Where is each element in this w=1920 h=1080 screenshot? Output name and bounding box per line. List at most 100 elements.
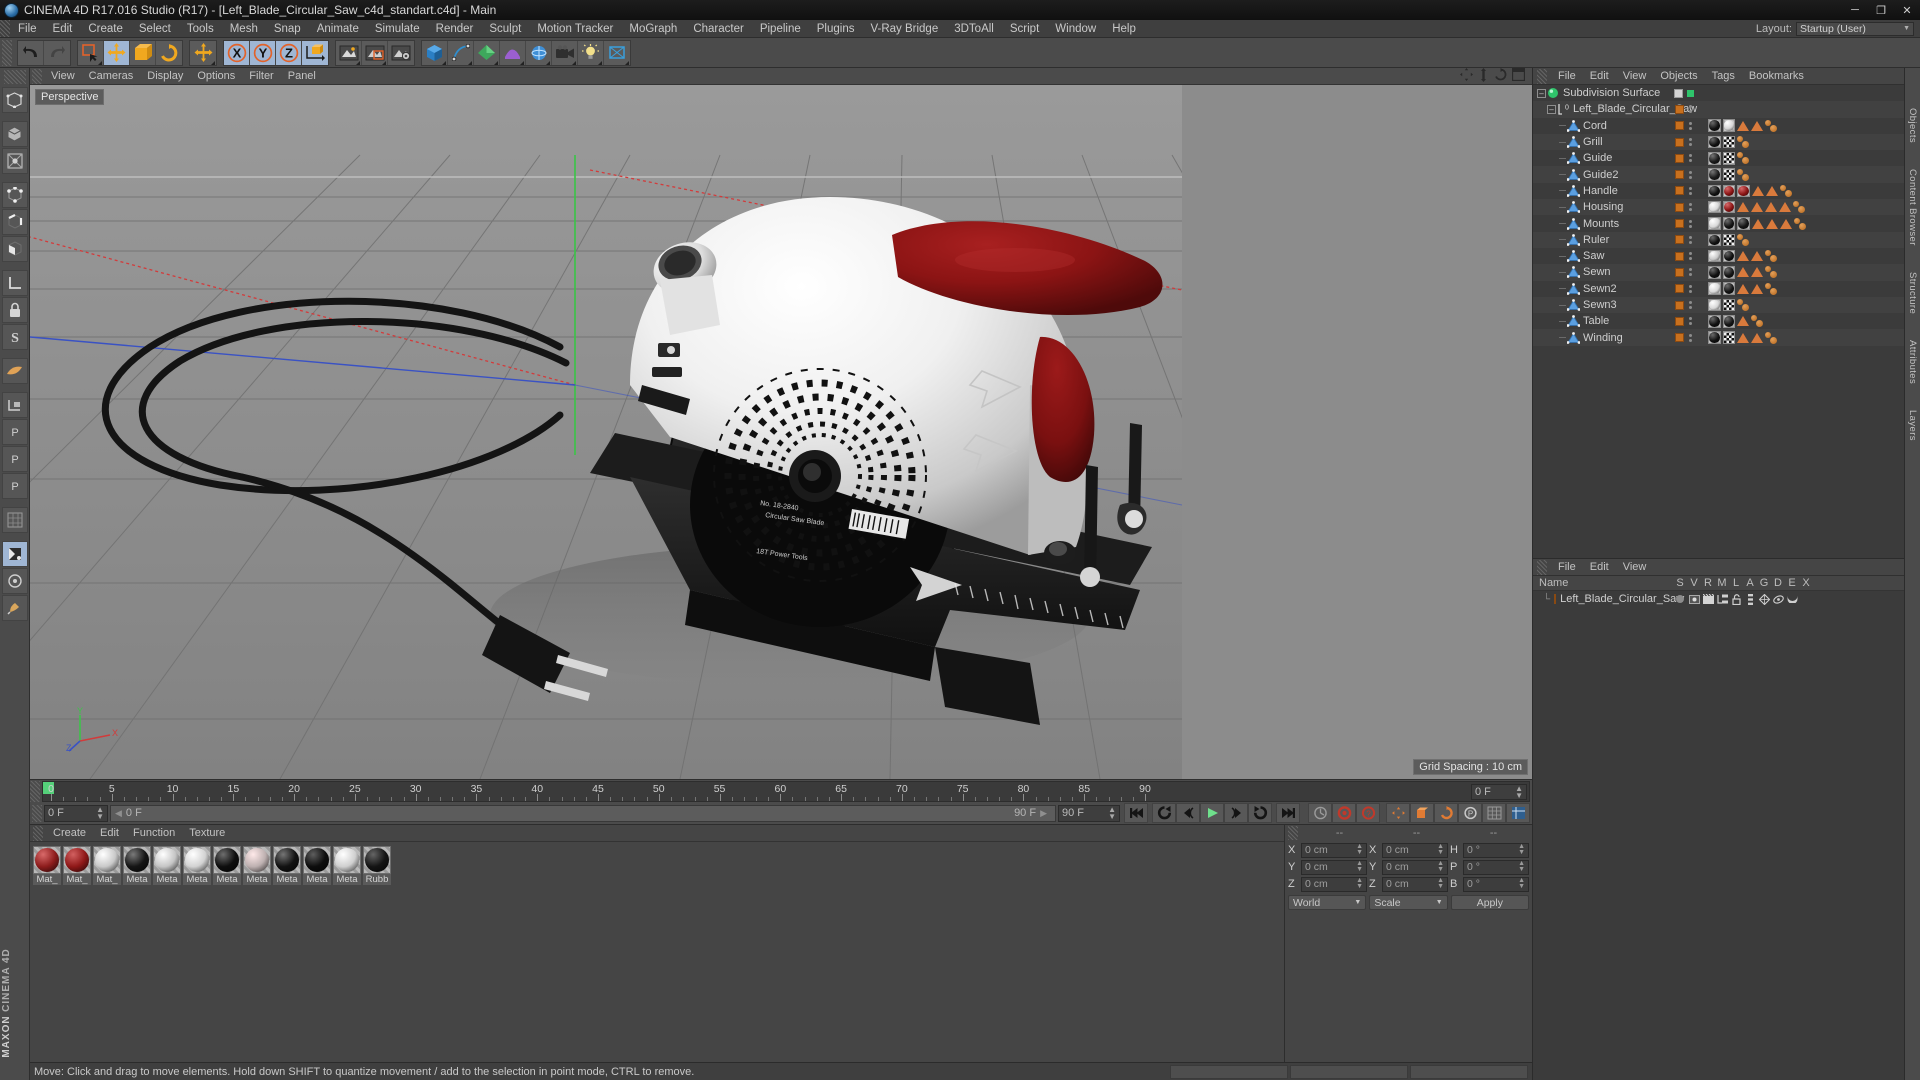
layer-menu-item-edit[interactable]: Edit	[1583, 559, 1616, 576]
material-preview[interactable]	[153, 846, 181, 874]
menu-item-script[interactable]: Script	[1002, 20, 1047, 38]
layer-color-swatch[interactable]	[1675, 333, 1684, 343]
layer-color-swatch[interactable]	[1675, 137, 1684, 147]
visibility-dots[interactable]	[1689, 301, 1692, 309]
object-row[interactable]: Grill	[1533, 133, 1904, 151]
rotate-tool-button[interactable]	[156, 40, 182, 65]
object-row-left-blade-circular-saw[interactable]: –0 Left_Blade_Circular_Saw	[1533, 101, 1904, 118]
menu-item-mograph[interactable]: MoGraph	[621, 20, 685, 38]
model-mode-button[interactable]	[1, 121, 28, 147]
menu-grip[interactable]	[0, 20, 10, 37]
timeline-right-frame-field[interactable]: 0 F ▲ ▼	[1471, 784, 1527, 800]
menu-item-file[interactable]: File	[10, 20, 45, 38]
tag-icon-material[interactable]	[1722, 249, 1735, 263]
tag-icon-deformer[interactable]	[1737, 267, 1749, 278]
dynamics-button[interactable]	[1, 568, 28, 594]
spinner-icon[interactable]: ▲ ▼	[1356, 877, 1363, 890]
object-row[interactable]: Mounts	[1533, 215, 1904, 231]
layer-color-swatch[interactable]	[1675, 121, 1684, 131]
tag-icon-material[interactable]	[1708, 249, 1721, 263]
timeline-slider[interactable]: ◀ 0 F 90 F ▶	[110, 804, 1056, 822]
render-visibility-dot[interactable]	[1689, 110, 1692, 114]
rotation-h-field[interactable]: 0 ° ▲ ▼	[1463, 842, 1529, 858]
material-swatch[interactable]: Mat_	[93, 846, 121, 885]
lock-x-axis-button[interactable]: X	[224, 40, 250, 65]
dock-tab-objects[interactable]: Objects	[1907, 108, 1918, 143]
layer-column-l[interactable]: L	[1729, 577, 1743, 589]
layer-expression-cell[interactable]	[1785, 595, 1799, 603]
tag-icon-texture[interactable]	[1722, 152, 1735, 165]
visibility-dots[interactable]	[1689, 235, 1692, 244]
tag-icon-phong[interactable]	[1751, 315, 1764, 328]
move-tool-button[interactable]	[104, 40, 130, 65]
menu-item-create[interactable]: Create	[80, 20, 131, 38]
object-row[interactable]: Saw	[1533, 248, 1904, 264]
size-x-field[interactable]: 0 cm ▲ ▼	[1382, 842, 1448, 858]
visibility-dots[interactable]	[1689, 105, 1692, 114]
viewport-menu-item-panel[interactable]: Panel	[281, 68, 323, 85]
render-visibility-dot[interactable]	[1689, 338, 1692, 342]
spinner-icon[interactable]: ▲ ▼	[1356, 843, 1363, 856]
object-row[interactable]: Guide2	[1533, 166, 1904, 183]
object-row[interactable]: Winding	[1533, 329, 1904, 346]
menu-item-3dtoall[interactable]: 3DToAll	[946, 20, 1002, 38]
tag-icon-phong[interactable]	[1737, 168, 1750, 181]
tag-icon-material[interactable]	[1708, 152, 1721, 165]
dock-tab-structure[interactable]: Structure	[1907, 272, 1918, 314]
point-mode-button[interactable]	[1, 182, 28, 208]
layer-menu-grip[interactable]	[1537, 559, 1547, 575]
dolly-viewport-icon[interactable]	[1478, 67, 1489, 85]
brush-tool-button[interactable]	[1, 595, 28, 621]
editor-visibility-dot[interactable]	[1689, 138, 1692, 142]
helpers-button[interactable]	[604, 40, 630, 65]
layer-color-swatch[interactable]	[1675, 186, 1684, 196]
cube-primitive-button[interactable]	[422, 40, 448, 65]
material-preview[interactable]	[333, 846, 361, 874]
environment-button[interactable]	[526, 40, 552, 65]
quantize-button[interactable]	[1, 507, 28, 533]
object-menu-item-view[interactable]: View	[1616, 68, 1654, 85]
visibility-dots[interactable]	[1689, 138, 1692, 147]
left-toolbar-grip[interactable]	[3, 70, 26, 84]
end-frame-field[interactable]: 90 F ▲ ▼	[1058, 804, 1120, 822]
layer-row[interactable]: └ Left_Blade_Circular_Saw	[1533, 591, 1904, 607]
object-row[interactable]: Handle	[1533, 183, 1904, 199]
object-menu-item-edit[interactable]: Edit	[1583, 68, 1616, 85]
viewport-menu-item-filter[interactable]: Filter	[242, 68, 280, 85]
tag-icon-phong[interactable]	[1793, 201, 1806, 214]
material-swatch[interactable]: Rubb	[363, 846, 391, 885]
position-key-button[interactable]	[1386, 803, 1410, 823]
tag-icon-phong[interactable]	[1765, 119, 1778, 132]
layer-column-d[interactable]: D	[1771, 577, 1785, 589]
material-swatch[interactable]: Meta	[123, 846, 151, 885]
menu-item-select[interactable]: Select	[131, 20, 179, 38]
material-swatch[interactable]: Mat_	[63, 846, 91, 885]
editor-visibility-dot[interactable]	[1689, 170, 1692, 174]
tag-icon-texture[interactable]	[1722, 135, 1735, 149]
menu-item-sculpt[interactable]: Sculpt	[481, 20, 529, 38]
tag-icon-deformer[interactable]	[1737, 283, 1749, 294]
render-visibility-dot[interactable]	[1689, 240, 1692, 244]
object-row-subdivision-surface[interactable]: – Subdivision Surface	[1533, 85, 1904, 101]
size-z-field[interactable]: 0 cm ▲ ▼	[1382, 876, 1448, 892]
close-button[interactable]: ✕	[1894, 0, 1920, 20]
workplane-button[interactable]	[1, 358, 28, 384]
tag-icon-deformer[interactable]	[1751, 283, 1763, 294]
material-preview[interactable]	[243, 846, 271, 874]
rotate-viewport-icon[interactable]	[1494, 68, 1507, 84]
make-editable-button[interactable]	[1, 87, 28, 113]
planar-workplane-x-button[interactable]: P	[1, 419, 28, 445]
tag-icon-texture[interactable]	[1722, 168, 1735, 181]
size-y-field[interactable]: 0 cm ▲ ▼	[1382, 859, 1448, 875]
tag-icon-phong[interactable]	[1737, 152, 1750, 165]
visibility-dots[interactable]	[1689, 333, 1692, 342]
tag-icon-deformer[interactable]	[1765, 185, 1778, 196]
menu-item-v-ray-bridge[interactable]: V-Ray Bridge	[862, 20, 946, 38]
layer-visible-cell[interactable]	[1687, 594, 1701, 604]
layer-lock-cell[interactable]	[1729, 593, 1743, 605]
layer-menu-item-view[interactable]: View	[1616, 559, 1654, 576]
spinner-icon[interactable]: ▲ ▼	[1515, 785, 1523, 800]
visibility-dots[interactable]	[1689, 186, 1692, 195]
tag-icon-deformer[interactable]	[1751, 332, 1763, 343]
render-visibility-dot[interactable]	[1689, 322, 1692, 326]
